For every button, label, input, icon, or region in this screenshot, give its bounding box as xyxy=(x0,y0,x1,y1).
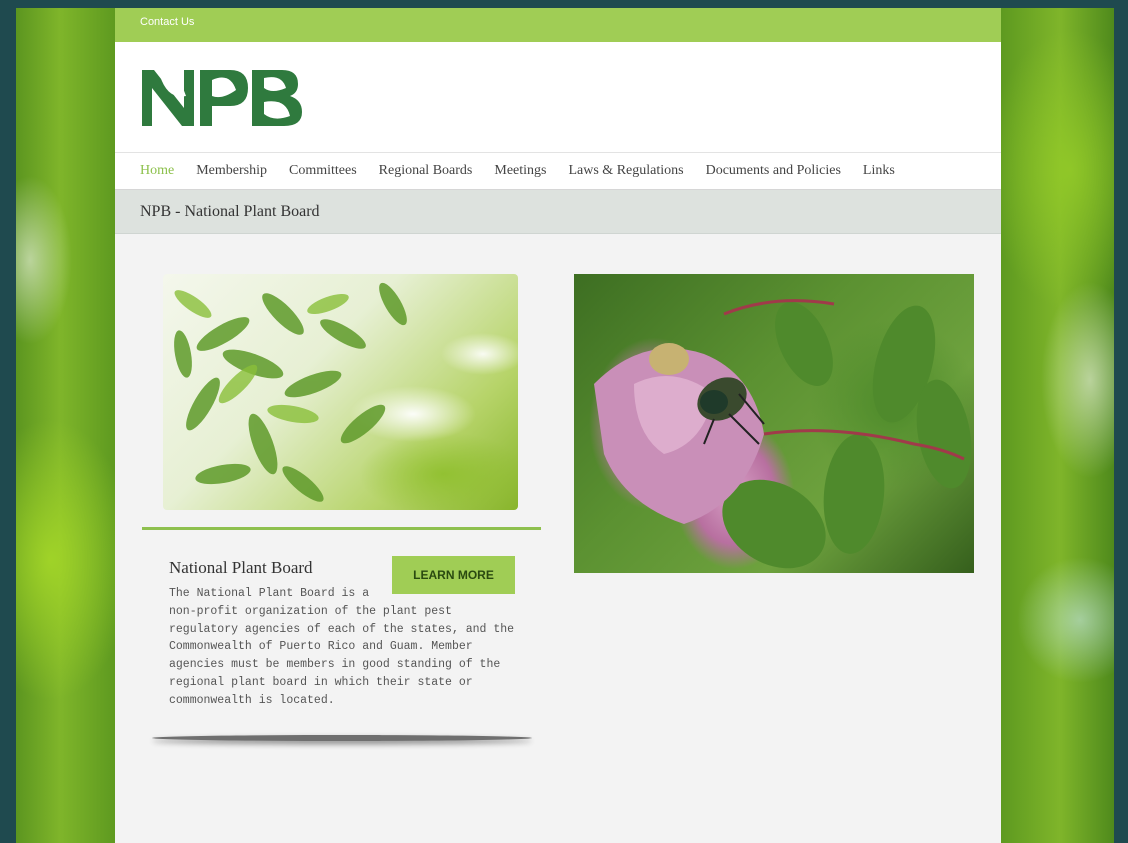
divider-line xyxy=(142,527,541,530)
left-margin xyxy=(0,0,16,843)
card-description-rest: non-profit organization of the plant pes… xyxy=(169,604,515,707)
leaf-photo xyxy=(163,274,518,510)
beetle-on-flower-photo xyxy=(574,274,974,573)
beetle-illustration xyxy=(594,299,972,569)
leaf-illustration xyxy=(174,282,407,502)
card-description: The National Plant Board is a non-profit… xyxy=(169,585,519,710)
second-beetle xyxy=(649,343,689,375)
card-title: National Plant Board xyxy=(169,558,313,577)
content-area: National Plant Board LEARN MORE The Nati… xyxy=(115,8,1001,843)
card-description-first-line: The National Plant Board is a xyxy=(169,587,370,600)
card-shadow xyxy=(152,735,532,741)
